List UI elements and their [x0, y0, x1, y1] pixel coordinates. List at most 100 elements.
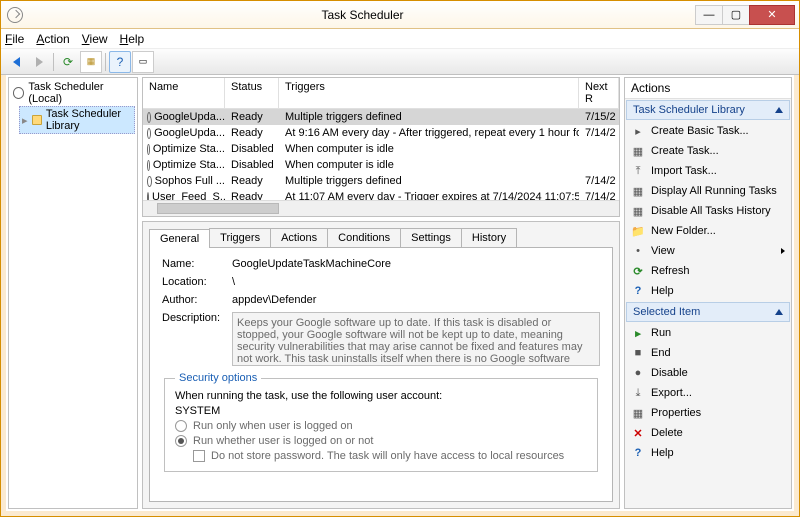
- tree-library[interactable]: ▸ Task Scheduler Library: [19, 106, 135, 134]
- location-label: Location:: [162, 276, 232, 288]
- col-name[interactable]: Name: [143, 78, 225, 108]
- actions-header: Actions: [625, 78, 791, 99]
- tab-panel-general: Name:GoogleUpdateTaskMachineCore Locatio…: [149, 247, 613, 502]
- radio-icon: [175, 420, 187, 432]
- action-end[interactable]: ■ End: [625, 343, 791, 363]
- action-label: New Folder...: [651, 225, 716, 237]
- menu-action[interactable]: Action: [36, 32, 69, 46]
- tab-history[interactable]: History: [461, 228, 517, 247]
- nav-tree[interactable]: Task Scheduler (Local) ▸ Task Scheduler …: [8, 77, 138, 509]
- arrow-right-icon: [36, 57, 43, 67]
- action-label: Help: [651, 285, 674, 297]
- action-icon: ●: [631, 366, 645, 380]
- col-triggers[interactable]: Triggers: [279, 78, 579, 108]
- clock-icon: [147, 192, 149, 201]
- action-label: End: [651, 347, 671, 359]
- task-name: Sophos Full ...: [155, 175, 225, 187]
- horizontal-scrollbar[interactable]: [143, 200, 619, 216]
- expand-icon[interactable]: ▸: [22, 114, 28, 127]
- menu-view[interactable]: View: [82, 32, 108, 46]
- action-icon: ⟳: [631, 264, 645, 278]
- minimize-button[interactable]: —: [695, 5, 723, 25]
- task-next: 7/14/2: [579, 191, 619, 200]
- toolbar-refresh-icon[interactable]: ⟳: [57, 51, 79, 73]
- actions-section-selected[interactable]: Selected Item: [626, 302, 790, 322]
- toolbar-btn[interactable]: ▭: [132, 51, 154, 73]
- action-create-basic-task-[interactable]: ▸Create Basic Task...: [625, 121, 791, 141]
- name-value: GoogleUpdateTaskMachineCore: [232, 258, 600, 270]
- task-trigger: At 9:16 AM every day - After triggered, …: [279, 127, 579, 139]
- action-label: Disable All Tasks History: [651, 205, 771, 217]
- action-icon: ▸: [631, 124, 645, 138]
- tab-settings[interactable]: Settings: [400, 228, 462, 247]
- table-row[interactable]: GoogleUpda...ReadyMultiple triggers defi…: [143, 109, 619, 125]
- back-button[interactable]: [5, 51, 27, 73]
- action-icon: ▦: [631, 406, 645, 420]
- clock-icon: [147, 160, 150, 171]
- forward-button[interactable]: [28, 51, 50, 73]
- action-refresh[interactable]: ⟳ Refresh: [625, 261, 791, 281]
- toolbar-properties-icon[interactable]: ▦: [80, 51, 102, 73]
- menu-bar: File Action View Help: [1, 29, 799, 49]
- action-label: Disable: [651, 367, 688, 379]
- clock-icon: [147, 144, 150, 155]
- tree-root-label: Task Scheduler (Local): [28, 81, 133, 105]
- col-status[interactable]: Status: [225, 78, 279, 108]
- action-icon: ■: [631, 346, 645, 360]
- action-view[interactable]: •View: [625, 241, 791, 261]
- action-import-task-[interactable]: ⤒Import Task...: [625, 161, 791, 181]
- table-row[interactable]: Optimize Sta...DisabledWhen computer is …: [143, 157, 619, 173]
- action-properties[interactable]: ▦Properties: [625, 403, 791, 423]
- close-button[interactable]: ✕: [749, 5, 795, 25]
- table-row[interactable]: Sophos Full ...ReadyMultiple triggers de…: [143, 173, 619, 189]
- clock-icon: [147, 176, 152, 187]
- actions-section-library[interactable]: Task Scheduler Library: [626, 100, 790, 120]
- action-help[interactable]: ? Help: [625, 281, 791, 301]
- menu-file[interactable]: File: [5, 32, 24, 46]
- radio-logged-on[interactable]: Run only when user is logged on: [175, 420, 587, 432]
- app-icon: [7, 7, 23, 23]
- col-next[interactable]: Next R: [579, 78, 619, 108]
- action-display-all-running-tasks[interactable]: ▦Display All Running Tasks: [625, 181, 791, 201]
- action-icon: ▸: [631, 326, 645, 340]
- clock-icon: [13, 87, 24, 99]
- action-new-folder-[interactable]: 📁New Folder...: [625, 221, 791, 241]
- tree-root[interactable]: Task Scheduler (Local): [11, 80, 135, 106]
- collapse-icon: [775, 107, 783, 113]
- action-run[interactable]: ▸Run: [625, 323, 791, 343]
- action-icon: ⤓: [631, 386, 645, 400]
- task-status: Ready: [225, 111, 279, 123]
- window-title: Task Scheduler: [29, 8, 696, 22]
- maximize-button[interactable]: ▢: [722, 5, 750, 25]
- action-disable-all-tasks-history[interactable]: ▦Disable All Tasks History: [625, 201, 791, 221]
- tab-conditions[interactable]: Conditions: [327, 228, 401, 247]
- action-help[interactable]: ?Help: [625, 443, 791, 463]
- tab-general[interactable]: General: [149, 229, 210, 248]
- title-bar: Task Scheduler — ▢ ✕: [1, 1, 799, 29]
- task-trigger: Multiple triggers defined: [279, 111, 579, 123]
- checkbox-icon: [193, 450, 205, 462]
- action-export-[interactable]: ⤓ Export...: [625, 383, 791, 403]
- table-row[interactable]: User_Feed_S...ReadyAt 11:07 AM every day…: [143, 189, 619, 200]
- action-create-task-[interactable]: ▦Create Task...: [625, 141, 791, 161]
- action-delete[interactable]: ✕Delete: [625, 423, 791, 443]
- task-list-header: Name Status Triggers Next R: [143, 78, 619, 109]
- menu-help[interactable]: Help: [120, 32, 145, 46]
- table-row[interactable]: Optimize Sta...DisabledWhen computer is …: [143, 141, 619, 157]
- task-list[interactable]: Name Status Triggers Next R GoogleUpda..…: [142, 77, 620, 217]
- tab-actions[interactable]: Actions: [270, 228, 328, 247]
- detail-tabs: General Triggers Actions Conditions Sett…: [149, 228, 613, 247]
- security-account-value: SYSTEM: [175, 405, 587, 417]
- description-value[interactable]: Keeps your Google software up to date. I…: [232, 312, 600, 366]
- toolbar-help-icon[interactable]: ?: [109, 51, 131, 73]
- radio-always[interactable]: Run whether user is logged on or not: [175, 435, 587, 447]
- action-label: Refresh: [651, 265, 690, 277]
- checkbox-no-password[interactable]: Do not store password. The task will onl…: [193, 450, 587, 462]
- task-details: General Triggers Actions Conditions Sett…: [142, 221, 620, 509]
- security-legend: Security options: [175, 372, 261, 384]
- action-label: Export...: [651, 387, 692, 399]
- action-icon: ?: [631, 284, 645, 298]
- action-disable[interactable]: ● Disable: [625, 363, 791, 383]
- tab-triggers[interactable]: Triggers: [209, 228, 271, 247]
- table-row[interactable]: GoogleUpda...ReadyAt 9:16 AM every day -…: [143, 125, 619, 141]
